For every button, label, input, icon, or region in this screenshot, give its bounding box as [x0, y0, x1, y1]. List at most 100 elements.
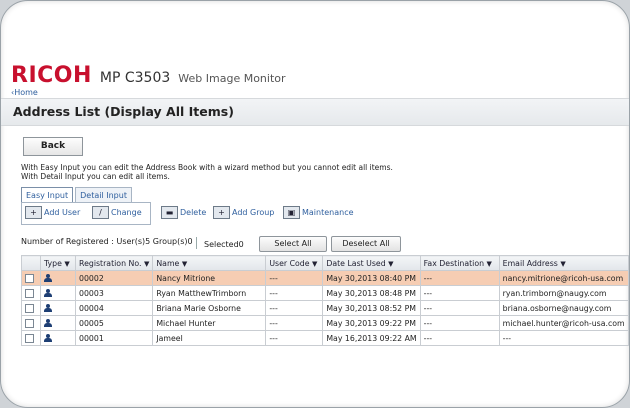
col-date-label: Date Last Used	[326, 258, 386, 268]
row-user-code: ---	[265, 330, 324, 346]
delete-button[interactable]: ▬ Delete	[161, 205, 206, 219]
sort-arrow-icon: ▼	[560, 259, 566, 268]
maintenance-icon: ▣	[283, 205, 300, 219]
row-email-address: briana.osborne@naugy.com	[498, 300, 629, 316]
row-user-code: ---	[265, 300, 324, 316]
col-fax-destination[interactable]: Fax Destination ▼	[419, 255, 500, 271]
row-fax-destination: ---	[419, 315, 500, 331]
row-email-address: nancy.mitrione@ricoh-usa.com	[498, 270, 629, 286]
col-registration-no[interactable]: Registration No. ▼	[74, 255, 154, 271]
back-button[interactable]: Back	[23, 137, 83, 156]
home-link[interactable]: ‹Home	[11, 88, 38, 97]
col-user-code[interactable]: User Code ▼	[265, 255, 324, 271]
tab-detail-input[interactable]: Detail Input	[75, 187, 132, 203]
row-type	[40, 315, 76, 331]
row-checkbox[interactable]	[21, 300, 41, 316]
deselect-all-button[interactable]: Deselect All	[331, 236, 401, 252]
tab-easy-input[interactable]: Easy Input	[21, 187, 74, 203]
row-checkbox[interactable]	[21, 285, 41, 301]
delete-label: Delete	[180, 207, 207, 217]
sort-arrow-icon: ▼	[312, 259, 318, 268]
checkbox[interactable]	[25, 333, 34, 343]
info-line-2: With Detail Input you can edit all items…	[21, 171, 170, 181]
row-checkbox[interactable]	[21, 315, 41, 331]
table-row[interactable]: 00004 Briana Marie Osborne --- May 30,2013 …	[21, 300, 629, 316]
home-link-label: Home	[14, 88, 38, 97]
change-button[interactable]: / Change	[92, 205, 142, 219]
row-name[interactable]: Ryan MatthewTrimborn	[152, 285, 267, 301]
row-fax-destination: ---	[419, 330, 500, 346]
trash-icon: ▬	[161, 205, 178, 219]
add-user-icon: +	[25, 205, 42, 219]
col-email-label: Email Address	[502, 258, 558, 268]
selected-count: Selected0	[204, 240, 244, 249]
user-icon	[44, 288, 52, 298]
table-row[interactable]: 00005 Michael Hunter --- May 30,2013 09:22 …	[21, 315, 629, 331]
checkbox[interactable]	[25, 303, 34, 313]
row-date-last-used: May 30,2013 08:52 PM	[322, 300, 421, 316]
col-type-label: Type	[44, 258, 62, 268]
col-select	[21, 255, 41, 271]
table-row[interactable]: 00001 Jameel --- May 16,2013 09:22 AM --- ---	[21, 330, 629, 346]
row-user-code: ---	[265, 315, 324, 331]
row-date-last-used: May 30,2013 08:40 PM	[322, 270, 421, 286]
row-type	[40, 285, 76, 301]
checkbox[interactable]	[25, 273, 34, 283]
sort-arrow-icon: ▼	[388, 259, 394, 268]
user-icon	[44, 273, 52, 283]
add-user-button[interactable]: + Add User	[25, 205, 80, 219]
table-header-row: Type ▼ Registration No. ▼ Name ▼ User Co…	[21, 255, 629, 271]
add-group-button[interactable]: + Add Group	[213, 205, 274, 219]
col-type[interactable]: Type ▼	[40, 255, 76, 271]
row-registration-no: 00003	[74, 285, 154, 301]
add-user-label: Add User	[44, 207, 81, 217]
ricoh-logo: RICOH	[11, 63, 92, 88]
input-tabs: Easy Input Detail Input	[21, 187, 134, 203]
row-name[interactable]: Nancy Mitrione	[152, 270, 267, 286]
app-header: RICOH MP C3503 Web Image Monitor	[11, 63, 286, 88]
row-fax-destination: ---	[419, 300, 500, 316]
sort-arrow-icon: ▼	[486, 259, 492, 268]
row-name[interactable]: Michael Hunter	[152, 315, 267, 331]
add-group-label: Add Group	[232, 207, 275, 217]
row-fax-destination: ---	[419, 270, 500, 286]
monitor-frame: RICOH MP C3503 Web Image Monitor ‹Home A…	[0, 0, 630, 408]
col-name[interactable]: Name ▼	[152, 255, 267, 271]
row-type	[40, 330, 76, 346]
col-date-last-used[interactable]: Date Last Used ▼	[322, 255, 421, 271]
registered-count: Number of Registered : User(s)5 Group(s)…	[21, 237, 193, 246]
checkbox[interactable]	[25, 288, 34, 298]
user-icon	[44, 318, 52, 328]
maintenance-button[interactable]: ▣ Maintenance	[283, 205, 354, 219]
row-checkbox[interactable]	[21, 270, 41, 286]
row-registration-no: 00005	[74, 315, 154, 331]
add-group-icon: +	[213, 205, 230, 219]
page-title: Address List (Display All Items)	[13, 104, 234, 119]
row-registration-no: 00001	[74, 330, 154, 346]
row-type	[40, 270, 76, 286]
checkbox[interactable]	[25, 318, 34, 328]
pencil-icon: /	[92, 205, 109, 219]
select-all-button[interactable]: Select All	[259, 236, 327, 252]
row-date-last-used: May 16,2013 09:22 AM	[322, 330, 421, 346]
app-name: Web Image Monitor	[178, 72, 286, 85]
row-name[interactable]: Jameel	[152, 330, 267, 346]
row-name[interactable]: Briana Marie Osborne	[152, 300, 267, 316]
col-email-address[interactable]: Email Address ▼	[498, 255, 629, 271]
row-registration-no: 00004	[74, 300, 154, 316]
row-checkbox[interactable]	[21, 330, 41, 346]
row-email-address: michael.hunter@ricoh-usa.com	[498, 315, 629, 331]
row-user-code: ---	[265, 285, 324, 301]
row-date-last-used: May 30,2013 09:22 PM	[322, 315, 421, 331]
sort-arrow-icon: ▼	[143, 259, 150, 268]
table-row[interactable]: 00003 Ryan MatthewTrimborn --- May 30,2013 …	[21, 285, 629, 301]
table-row[interactable]: 00002 Nancy Mitrione --- May 30,2013 08:40 …	[21, 270, 629, 286]
row-fax-destination: ---	[419, 285, 500, 301]
col-name-label: Name	[156, 258, 180, 268]
sort-arrow-icon: ▼	[181, 259, 188, 268]
sort-arrow-icon: ▼	[64, 259, 70, 268]
model-name: MP C3503	[99, 70, 171, 86]
address-table: Type ▼ Registration No. ▼ Name ▼ User Co…	[21, 255, 629, 346]
user-icon	[44, 333, 52, 343]
row-type	[40, 300, 76, 316]
